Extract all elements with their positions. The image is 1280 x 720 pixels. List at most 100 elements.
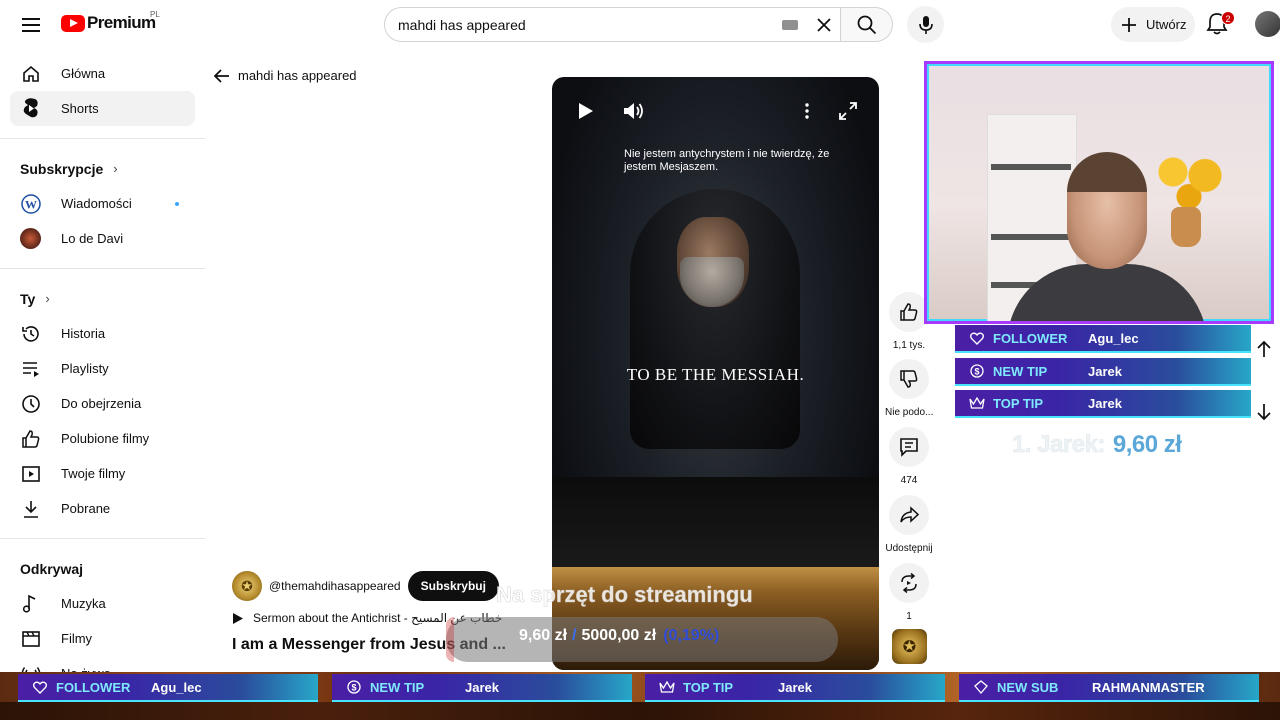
sidebar-item-wiadomosci[interactable]: W Wiadomości bbox=[10, 186, 195, 221]
alert-type: NEW SUB bbox=[997, 679, 1059, 695]
plus-icon bbox=[1122, 17, 1136, 32]
sidebar-item-liked[interactable]: Polubione filmy bbox=[10, 421, 195, 456]
alert-type: FOLLOWER bbox=[56, 679, 131, 695]
new-content-dot bbox=[175, 202, 179, 206]
sidebar-item-watch-later[interactable]: Do obejrzenia bbox=[10, 386, 195, 421]
sound-thumbnail[interactable]: ✪ bbox=[892, 629, 927, 664]
fullscreen-button[interactable] bbox=[834, 97, 862, 125]
previous-short-button[interactable] bbox=[1254, 339, 1274, 359]
more-vertical-icon bbox=[805, 103, 809, 119]
comment-count: 474 bbox=[900, 475, 918, 486]
share-action[interactable]: Udostępnij bbox=[885, 495, 933, 554]
heart-icon bbox=[969, 330, 985, 346]
section-title: Subskrypcje bbox=[20, 160, 104, 177]
back-to-search[interactable]: mahdi has appeared bbox=[214, 68, 357, 83]
more-options-button[interactable] bbox=[793, 97, 821, 125]
section-title: Ty bbox=[20, 290, 36, 307]
comment-action[interactable]: 474 bbox=[885, 427, 933, 486]
dollar-icon: $ bbox=[969, 363, 985, 379]
goal-separator: / bbox=[572, 627, 577, 644]
donation-goal-fill bbox=[446, 617, 454, 662]
voice-search-button[interactable] bbox=[907, 6, 944, 43]
top-donor-leaderboard: 1. Jarek: 9,60 zł bbox=[1012, 431, 1182, 459]
notification-badge: 2 bbox=[1221, 11, 1235, 25]
dollar-icon: $ bbox=[346, 679, 362, 695]
video-icon bbox=[20, 463, 41, 484]
cam-door-line bbox=[991, 234, 1071, 240]
comment-icon[interactable] bbox=[889, 427, 929, 467]
alert-user: Agu_lec bbox=[151, 679, 202, 695]
account-avatar[interactable] bbox=[1255, 11, 1280, 37]
cam-alert-follower: FOLLOWER Agu_lec bbox=[955, 325, 1251, 353]
sidebar-item-label: Lo de Davi bbox=[61, 231, 124, 246]
svg-text:W: W bbox=[25, 197, 37, 211]
volume-button[interactable] bbox=[620, 97, 648, 125]
alert-type: TOP TIP bbox=[683, 679, 734, 695]
menu-icon[interactable] bbox=[18, 12, 44, 38]
expand-icon bbox=[839, 102, 857, 120]
leader-name: 1. Jarek: bbox=[1012, 431, 1106, 459]
dislike-action[interactable]: Nie podo... bbox=[885, 359, 933, 418]
you-heading[interactable]: Ty › bbox=[0, 281, 205, 316]
search-query[interactable]: mahdi has appeared bbox=[398, 17, 782, 33]
thumbs-up-icon[interactable] bbox=[889, 292, 929, 332]
cam-alert-top-tip: TOP TIP Jarek bbox=[955, 390, 1251, 418]
channel-logo[interactable]: ✪ bbox=[232, 571, 262, 601]
divider bbox=[0, 268, 205, 269]
subscriptions-heading[interactable]: Subskrypcje › bbox=[0, 151, 205, 186]
subscribe-button[interactable]: Subskrybuj bbox=[407, 571, 499, 601]
search-input[interactable]: mahdi has appeared bbox=[384, 7, 841, 42]
logo-text: Premium bbox=[87, 13, 156, 32]
bottom-alert-top-tip: TOP TIP Jarek bbox=[645, 674, 945, 702]
chevron-right-icon: › bbox=[45, 291, 50, 306]
leader-amount: 9,60 zł bbox=[1112, 431, 1182, 458]
divider bbox=[0, 138, 205, 139]
sidebar-item-playlists[interactable]: Playlisty bbox=[10, 351, 195, 386]
film-icon bbox=[20, 628, 41, 649]
alert-type: NEW TIP bbox=[993, 363, 1048, 379]
sidebar-item-label: Muzyka bbox=[61, 596, 106, 611]
sidebar-item-label: Pobrane bbox=[61, 501, 111, 516]
top-bar: Premium PL mahdi has appeared Utwórz 2 bbox=[0, 0, 1280, 50]
chevron-right-icon: › bbox=[113, 161, 118, 176]
sidebar-item-music[interactable]: Muzyka bbox=[10, 586, 195, 621]
cam-door-line bbox=[991, 164, 1071, 170]
next-short-button[interactable] bbox=[1254, 402, 1274, 422]
remix-count: 1 bbox=[906, 611, 912, 622]
arrow-down-icon bbox=[1257, 404, 1271, 421]
alert-user: Jarek bbox=[778, 679, 812, 695]
donation-goal-progress: 9,60 zł/5000,00 zł (0,19%) bbox=[519, 627, 719, 645]
alert-user: Jarek bbox=[465, 679, 499, 695]
back-label: mahdi has appeared bbox=[238, 68, 357, 83]
share-icon[interactable] bbox=[889, 495, 929, 535]
sidebar-item-label: Wiadomości bbox=[61, 196, 132, 211]
sidebar-item-home[interactable]: Główna bbox=[10, 56, 195, 91]
sidebar-item-your-videos[interactable]: Twoje filmy bbox=[10, 456, 195, 491]
thumbs-up-icon bbox=[20, 428, 41, 449]
remix-action[interactable]: 1 bbox=[885, 563, 933, 622]
channel-avatar bbox=[20, 228, 41, 249]
svg-text:$: $ bbox=[351, 683, 356, 693]
goal-percent: (0,19%) bbox=[663, 627, 720, 644]
sidebar-item-films[interactable]: Filmy bbox=[10, 621, 195, 656]
like-count: 1,1 tys. bbox=[892, 340, 926, 351]
alert-type: FOLLOWER bbox=[993, 330, 1068, 346]
search-button[interactable] bbox=[841, 7, 893, 42]
notifications-button[interactable]: 2 bbox=[1206, 11, 1235, 39]
create-button[interactable]: Utwórz bbox=[1111, 7, 1195, 42]
keyboard-icon[interactable] bbox=[782, 19, 798, 30]
sidebar-item-history[interactable]: Historia bbox=[10, 316, 195, 351]
sidebar-item-lo-de-davi[interactable]: Lo de Davi bbox=[10, 221, 195, 256]
remix-icon[interactable] bbox=[889, 563, 929, 603]
channel-name[interactable]: @themahdihasappeared bbox=[269, 579, 401, 593]
dislike-label: Nie podo... bbox=[885, 407, 934, 418]
sidebar-item-shorts[interactable]: Shorts bbox=[10, 91, 195, 126]
webcam-overlay bbox=[924, 61, 1274, 324]
crown-icon bbox=[659, 679, 675, 695]
sidebar-item-downloads[interactable]: Pobrane bbox=[10, 491, 195, 526]
play-button[interactable] bbox=[572, 97, 600, 125]
thumbs-down-icon[interactable] bbox=[889, 359, 929, 399]
clock-icon bbox=[20, 393, 41, 414]
youtube-premium-logo[interactable]: Premium PL bbox=[61, 10, 160, 33]
clear-search-icon[interactable] bbox=[814, 15, 834, 35]
